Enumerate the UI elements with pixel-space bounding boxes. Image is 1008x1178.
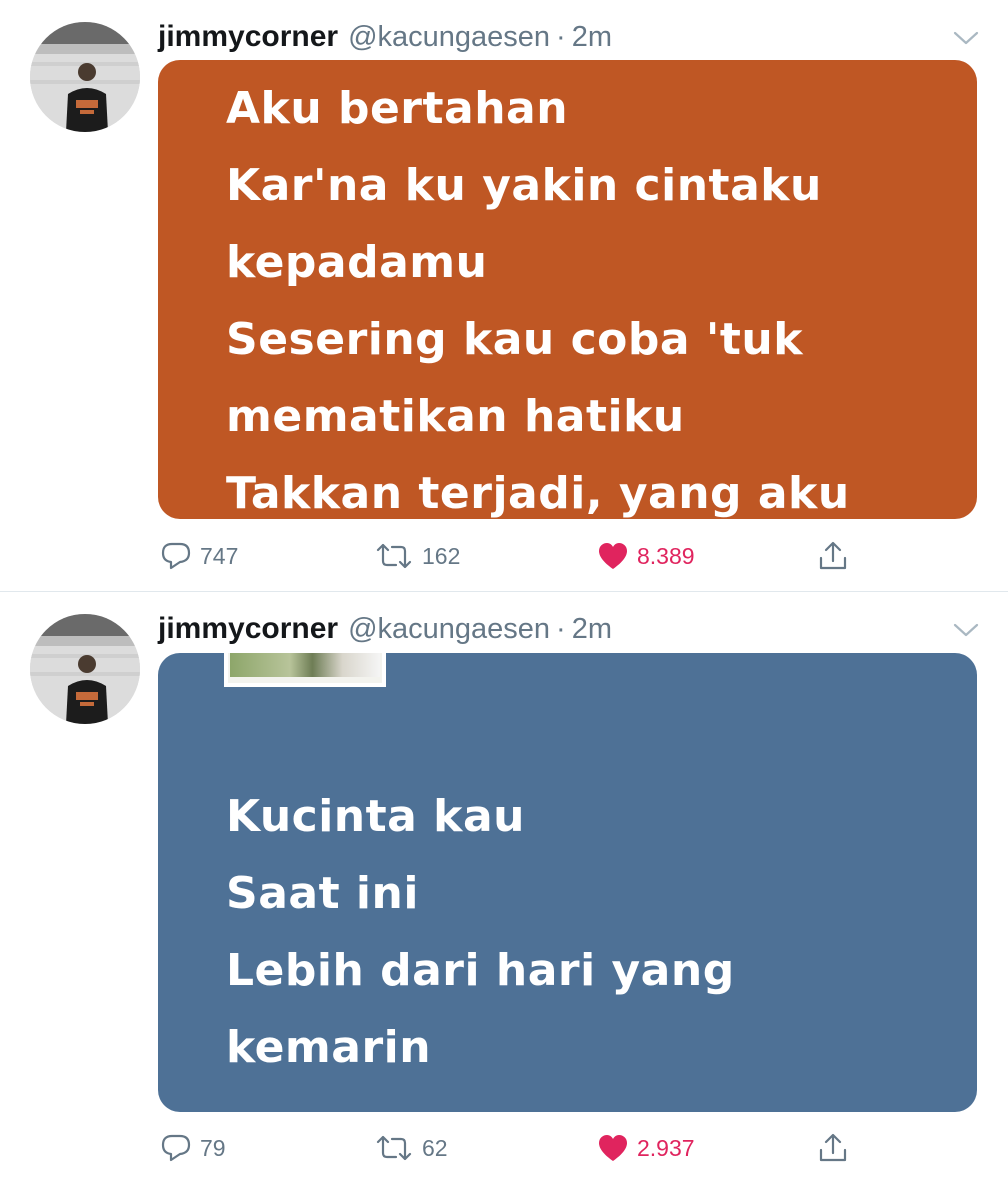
lyric-line: mematikan hatiku [226,391,685,442]
tweet-header: jimmycorner @kacungaesen · 2m [158,612,612,648]
retweet-icon [376,1135,412,1161]
thumbnail-image [230,653,380,677]
lyric-line: Kar'na ku yakin cintaku [226,160,822,211]
avatar[interactable] [30,22,140,132]
reply-count: 79 [200,1134,226,1161]
chevron-down-icon[interactable] [952,28,980,48]
tweet-actions: 79 62 2.937 [0,1128,1008,1168]
share-button[interactable] [817,536,849,576]
reply-button[interactable]: 79 [160,1128,226,1168]
timestamp[interactable]: 2m [572,613,612,646]
retweet-count: 162 [422,542,461,569]
timestamp[interactable]: 2m [572,21,612,54]
retweet-icon [376,543,412,569]
heart-icon [599,543,627,569]
user-handle[interactable]: @kacungaesen [348,613,550,646]
embedded-image-thumbnail [224,653,386,687]
separator: · [556,613,566,645]
share-icon [819,541,847,570]
reply-count: 747 [200,542,239,569]
share-icon [819,1133,847,1162]
heart-icon [599,1135,627,1161]
like-button[interactable]: 2.937 [597,1128,695,1168]
tweet[interactable]: jimmycorner @kacungaesen · 2m Aku bertah… [0,0,1008,592]
retweet-button[interactable]: 62 [374,1128,448,1168]
lyric-line: Aku bertahan [226,83,569,134]
retweet-count: 62 [422,1134,448,1161]
separator: · [556,21,566,53]
tweet-actions: 747 162 8.389 [0,536,1008,576]
lyric-line: kepadamu [226,237,488,288]
display-name[interactable]: jimmycorner [158,20,338,54]
retweet-button[interactable]: 162 [374,536,460,576]
user-handle[interactable]: @kacungaesen [348,21,550,54]
lyric-line: Sesering kau coba 'tuk [226,314,803,365]
tweet-media[interactable]: Aku bertahan Kar'na ku yakin cintaku kep… [158,60,977,519]
tweet-media[interactable]: Kucinta kau Saat ini Lebih dari hari yan… [158,653,977,1112]
like-button[interactable]: 8.389 [597,536,695,576]
like-count: 2.937 [637,1134,695,1161]
lyric-line: kemarin [226,1022,432,1073]
tweet[interactable]: jimmycorner @kacungaesen · 2m Kucinta ka… [0,592,1008,1178]
lyric-line: Lebih dari hari yang [226,945,735,996]
reply-icon [161,542,191,570]
reply-icon [161,1134,191,1162]
lyric-line: Takkan terjadi, yang aku [226,468,850,519]
chevron-down-icon[interactable] [952,620,980,640]
share-button[interactable] [817,1128,849,1168]
lyric-line: Kucinta kau [226,791,525,842]
display-name[interactable]: jimmycorner [158,612,338,646]
reply-button[interactable]: 747 [160,536,238,576]
like-count: 8.389 [637,542,695,569]
tweet-header: jimmycorner @kacungaesen · 2m [158,20,612,56]
avatar[interactable] [30,614,140,724]
lyric-line: Saat ini [226,868,419,919]
